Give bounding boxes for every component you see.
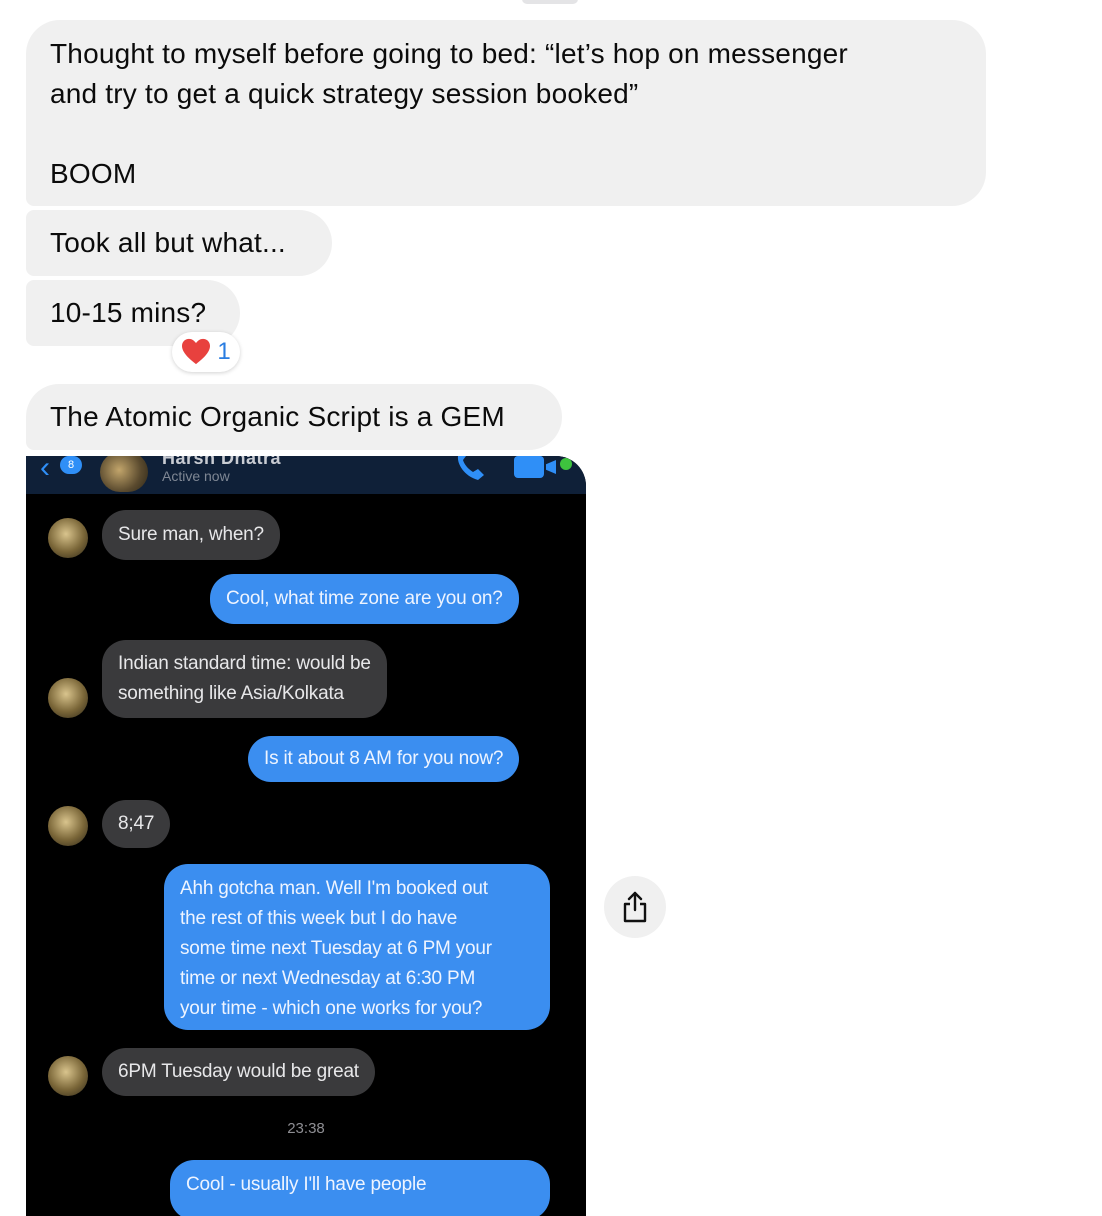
chat-timestamp: 23:38 [287, 1120, 325, 1137]
reaction-badge[interactable]: 1 [172, 332, 240, 372]
avatar [48, 1056, 88, 1096]
chat-bubble-sent: Cool, what time zone are you on? [210, 574, 519, 624]
avatar [48, 678, 88, 718]
chat-line: Indian standard time: would be [118, 653, 371, 674]
chat-line: the rest of this week but I do have [180, 908, 458, 929]
attached-screenshot[interactable]: ‹ 8 Harsh Dhatra Active now Sure man, wh… [26, 456, 586, 1216]
message-line: BOOM [50, 158, 137, 189]
video-call-icon-tip [546, 460, 556, 474]
share-icon [623, 891, 647, 923]
reaction-count: 1 [217, 338, 231, 365]
chat-line: something like Asia/Kolkata [118, 683, 344, 704]
avatar [100, 456, 148, 492]
phone-icon [457, 456, 484, 480]
message-bubble[interactable]: Took all but what... [26, 210, 332, 276]
back-chevron-icon: ‹ [40, 456, 50, 484]
chat-bubble-received: Indian standard time: would be something… [102, 640, 387, 718]
chat-bubble-received: 8;47 [102, 800, 171, 848]
message-bubble[interactable]: The Atomic Organic Script is a GEM [26, 384, 562, 450]
chat-line: your time - which one works for you? [180, 998, 483, 1019]
chat-line: time or next Wednesday at 6:30 PM [180, 968, 476, 989]
message-bubble[interactable]: Thought to myself before going to bed: “… [26, 20, 986, 206]
chat-bubble-sent: Is it about 8 AM for you now? [248, 736, 520, 782]
chat-line: some time next Tuesday at 6 PM your [180, 938, 492, 959]
message-line: and try to get a quick strategy session … [50, 78, 639, 109]
avatar [48, 518, 88, 558]
video-call-icon [514, 456, 544, 478]
share-button[interactable] [604, 876, 666, 938]
scroll-indicator [522, 0, 578, 4]
message-line: Thought to myself before going to bed: “… [50, 38, 848, 69]
screenshot-chat-header: ‹ 8 Harsh Dhatra Active now [26, 456, 586, 494]
online-indicator [560, 458, 572, 470]
chat-bubble-received: Sure man, when? [102, 510, 280, 560]
chat-bubble-sent: Cool - usually I'll have people [170, 1160, 550, 1216]
chat-bubble-received: 6PM Tuesday would be great [102, 1048, 375, 1096]
unread-badge: 8 [60, 456, 82, 474]
avatar [48, 806, 88, 846]
contact-status: Active now [162, 468, 230, 484]
heart-icon [182, 338, 211, 365]
chat-line: Ahh gotcha man. Well I'm booked out [180, 878, 488, 899]
chat-bubble-sent: Ahh gotcha man. Well I'm booked out the … [164, 864, 550, 1030]
